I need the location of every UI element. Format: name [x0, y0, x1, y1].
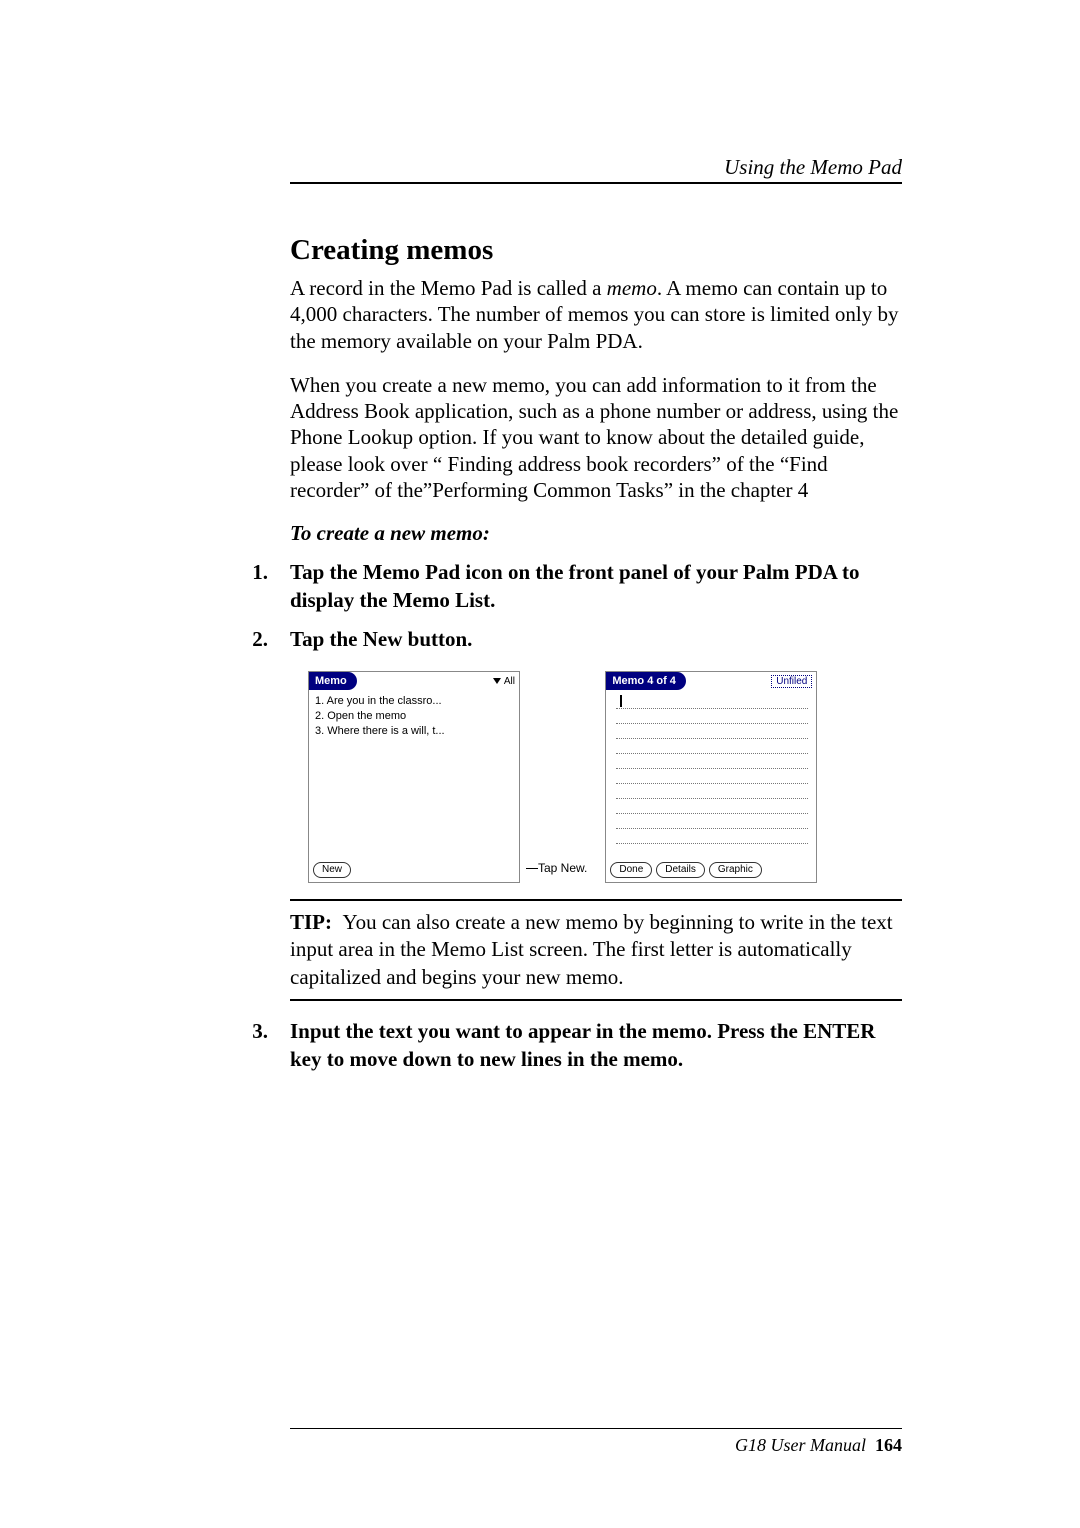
step-1-num: 1. — [242, 558, 268, 615]
memo-list-body: 1. Are you in the classro... 2. Open the… — [309, 690, 519, 859]
tip-label: TIP: — [290, 910, 332, 934]
step-2: 2. Tap the New button. — [242, 625, 902, 653]
memo-list-screen: Memo All 1. Are you in the classro... 2.… — [308, 671, 520, 883]
list-item[interactable]: 1. Are you in the classro... — [315, 694, 515, 709]
new-button[interactable]: New — [313, 862, 351, 878]
text-cursor-icon — [620, 695, 622, 707]
memo-edit-category[interactable]: Unfiled — [771, 675, 816, 688]
memo-list-category-label: All — [504, 676, 515, 687]
tip-box: TIP: You can also create a new memo by b… — [290, 899, 902, 1001]
header-rule — [290, 182, 902, 184]
screenshot-row: Memo All 1. Are you in the classro... 2.… — [308, 671, 902, 883]
section-title: Creating memos — [290, 234, 902, 267]
tip-body: You can also create a new memo by beginn… — [290, 910, 893, 989]
step-3-text: Input the text you want to appear in the… — [290, 1017, 902, 1074]
memo-edit-category-label: Unfiled — [771, 675, 812, 688]
procedure-subhead: To create a new memo: — [290, 521, 902, 546]
step-3: 3. Input the text you want to appear in … — [242, 1017, 902, 1074]
para1-memo: memo — [607, 276, 657, 300]
graphic-button[interactable]: Graphic — [709, 862, 762, 878]
footer-page: 164 — [875, 1435, 902, 1455]
list-item[interactable]: 3. Where there is a will, t... — [315, 724, 515, 739]
dropdown-icon — [493, 678, 501, 684]
step-2-num: 2. — [242, 625, 268, 653]
footer-rule — [290, 1428, 902, 1429]
list-item[interactable]: 2. Open the memo — [315, 709, 515, 724]
done-button[interactable]: Done — [610, 862, 652, 878]
memo-edit-screen: Memo 4 of 4 Unfiled Done Details — [605, 671, 817, 883]
memo-edit-body[interactable] — [606, 690, 816, 859]
paragraph-2: When you create a new memo, you can add … — [290, 372, 902, 503]
paragraph-1: A record in the Memo Pad is called a mem… — [290, 275, 902, 354]
memo-list-category[interactable]: All — [493, 676, 519, 687]
memo-edit-title: Memo 4 of 4 — [606, 672, 686, 690]
running-head: Using the Memo Pad — [290, 155, 902, 180]
details-button[interactable]: Details — [656, 862, 705, 878]
step-1-text: Tap the Memo Pad icon on the front panel… — [290, 558, 902, 615]
step-1: 1. Tap the Memo Pad icon on the front pa… — [242, 558, 902, 615]
step-3-num: 3. — [242, 1017, 268, 1074]
footer-manual: G18 User Manual — [735, 1435, 866, 1455]
page-footer: G18 User Manual 164 — [290, 1428, 902, 1456]
para1-a: A record in the Memo Pad is called a — [290, 276, 607, 300]
step-2-text: Tap the New button. — [290, 625, 902, 653]
callout-tap-new: Tap New. — [538, 861, 587, 875]
memo-list-title: Memo — [309, 672, 357, 690]
